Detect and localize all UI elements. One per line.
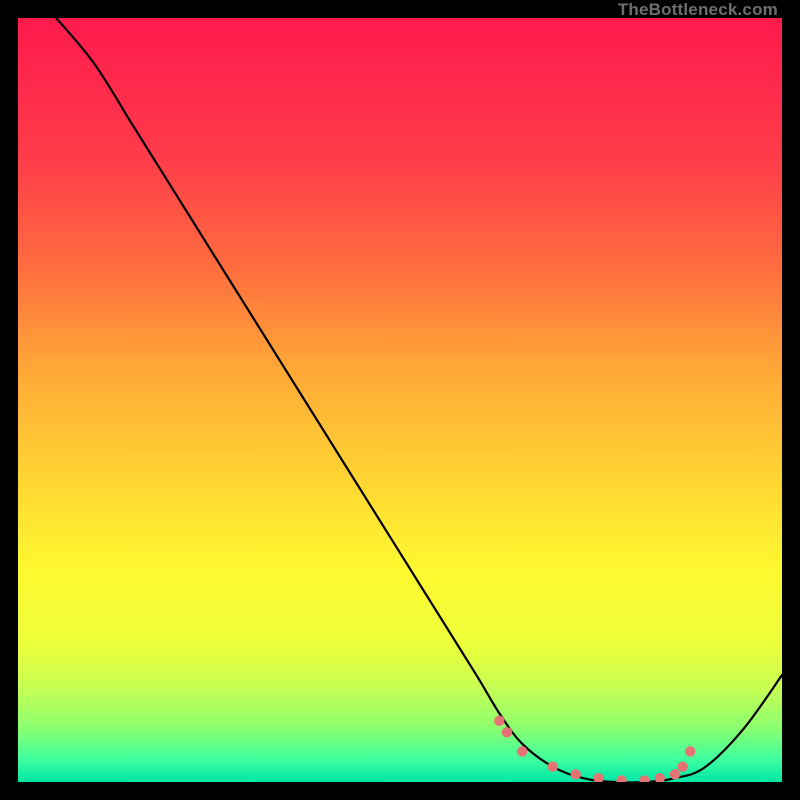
optimal-markers bbox=[494, 716, 695, 782]
marker-dot bbox=[655, 773, 665, 782]
marker-dot bbox=[639, 775, 649, 782]
marker-dot bbox=[677, 762, 687, 772]
marker-dot bbox=[670, 769, 680, 779]
marker-dot bbox=[616, 775, 626, 782]
marker-dot bbox=[502, 727, 512, 737]
plot-area bbox=[18, 18, 782, 782]
chart-container: TheBottleneck.com bbox=[0, 0, 800, 800]
marker-dot bbox=[548, 762, 558, 772]
chart-svg bbox=[18, 18, 782, 782]
marker-dot bbox=[593, 773, 603, 782]
marker-dot bbox=[517, 746, 527, 756]
watermark-text: TheBottleneck.com bbox=[618, 0, 778, 20]
marker-dot bbox=[494, 716, 504, 726]
curve-line bbox=[56, 18, 782, 782]
marker-dot bbox=[571, 769, 581, 779]
marker-dot bbox=[685, 746, 695, 756]
